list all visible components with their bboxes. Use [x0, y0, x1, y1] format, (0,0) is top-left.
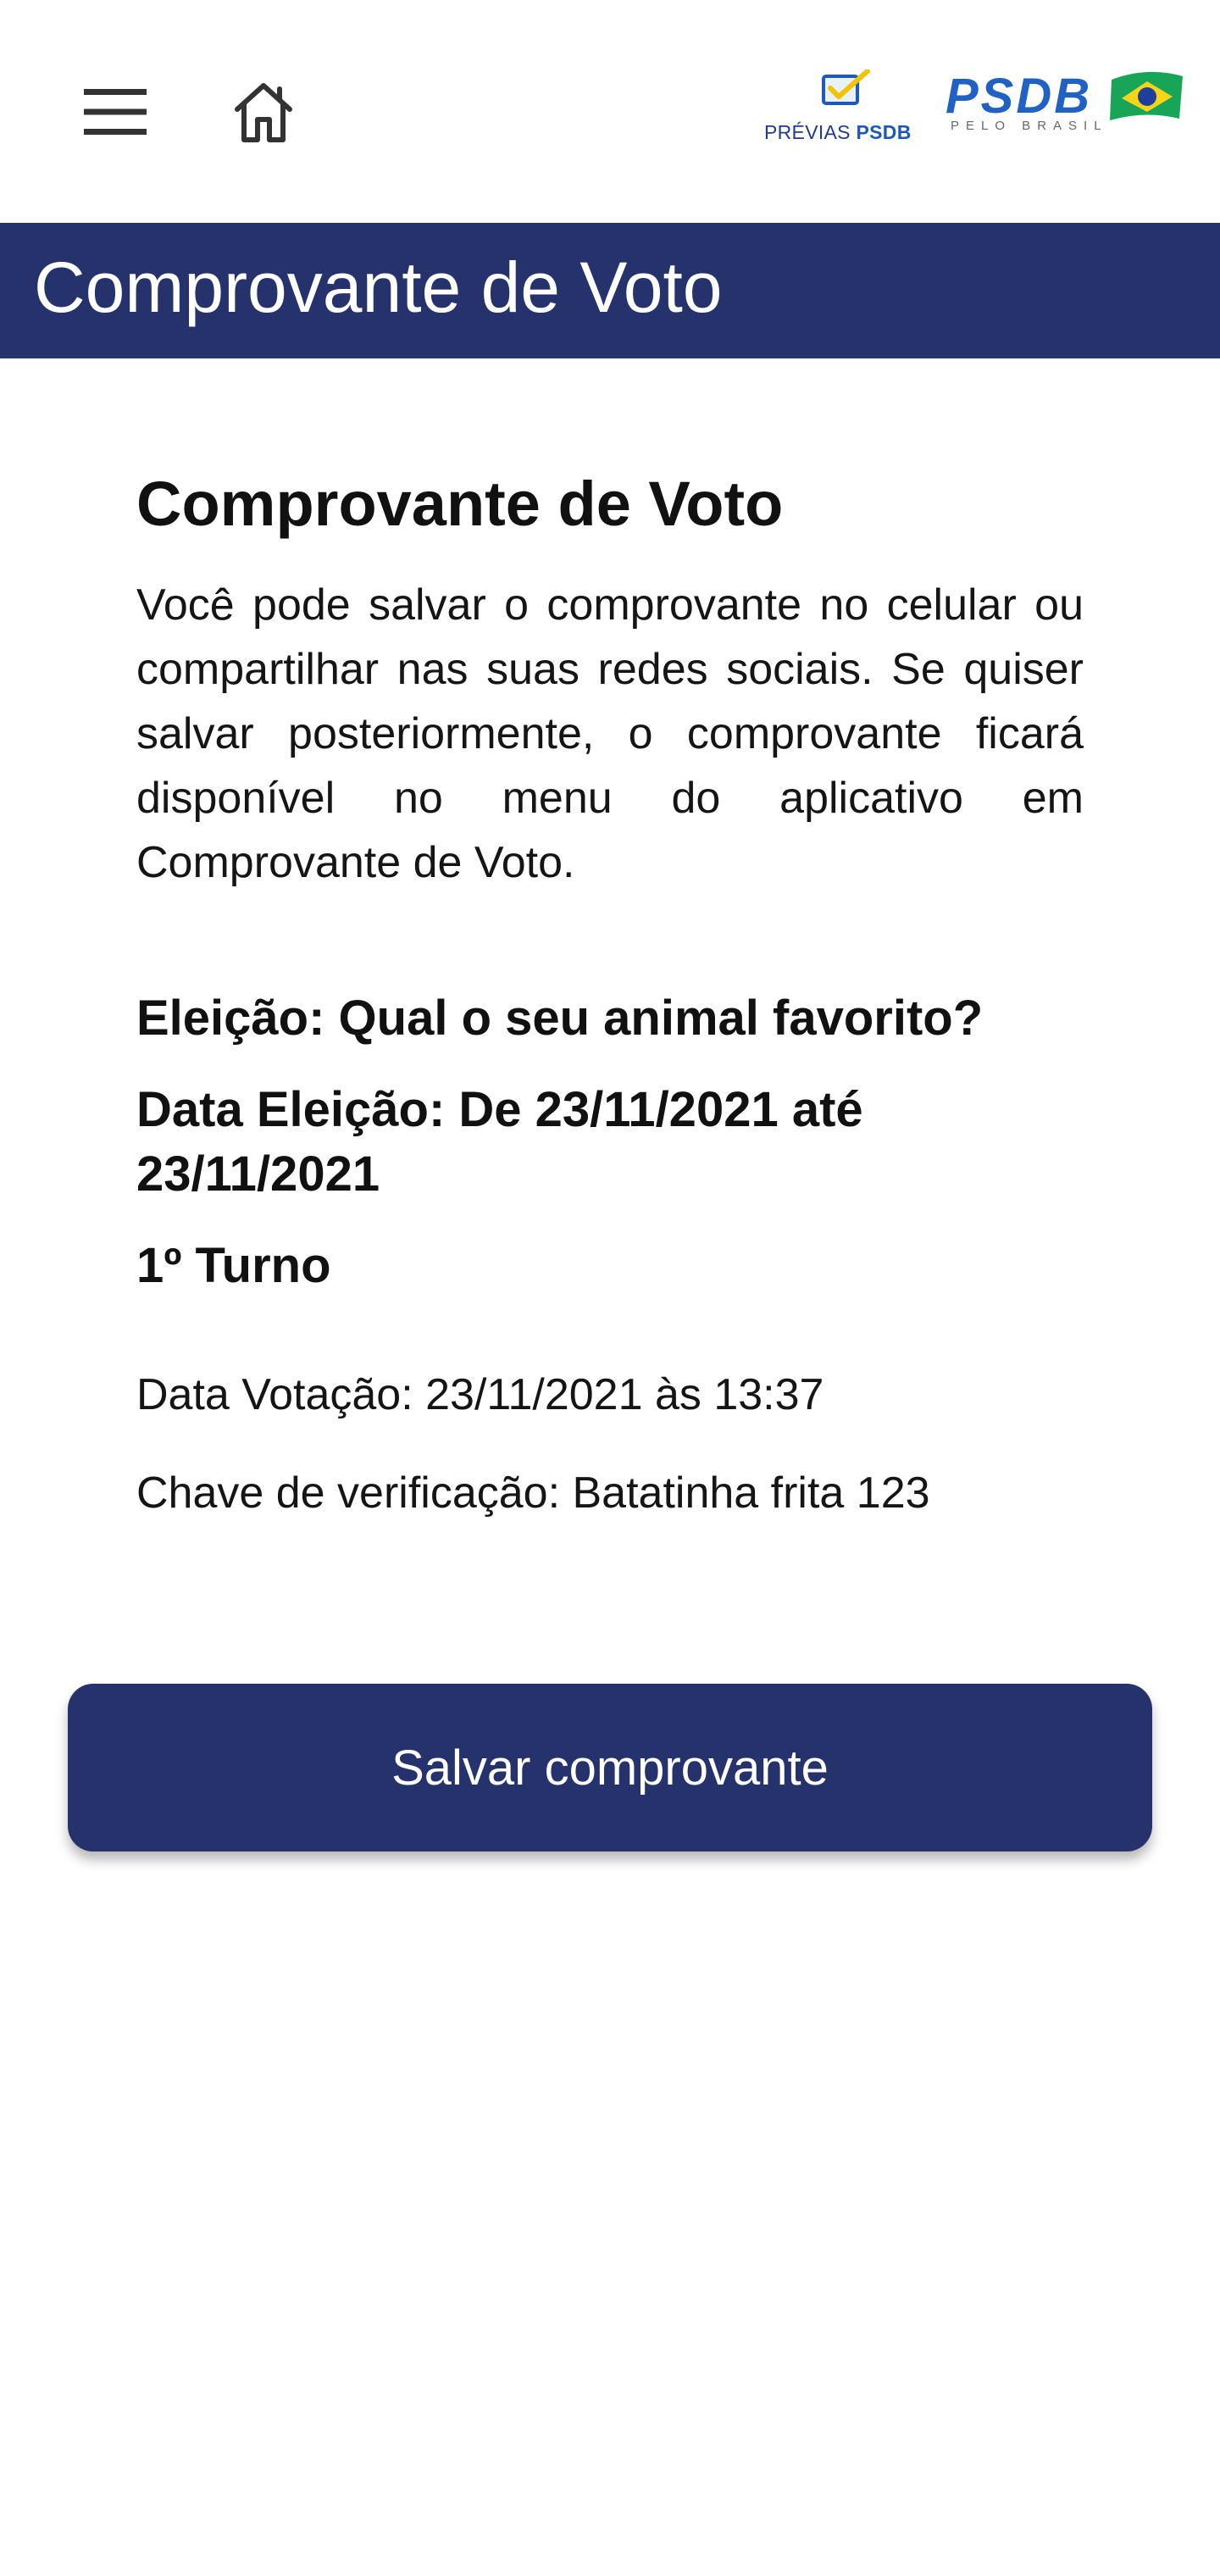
receipt-heading: Comprovante de Voto — [136, 469, 784, 539]
election-round: 1º Turno — [136, 1238, 331, 1293]
save-receipt-button[interactable]: Salvar comprovante — [68, 1684, 1152, 1852]
previas-logo-text: PRÉVIAS PSDB — [764, 121, 912, 144]
home-icon — [235, 83, 292, 142]
vote-date: Data Votação: 23/11/2021 às 13:37 — [136, 1370, 824, 1419]
receipt-content: Comprovante de Voto Você pode salvar o c… — [136, 458, 1084, 1561]
top-app-bar: PRÉVIAS PSDB PSDB PELO BRASIL — [0, 0, 1220, 223]
previas-logo-brand: PSDB — [856, 121, 912, 143]
save-receipt-button-label: Salvar comprovante — [391, 1740, 829, 1796]
hamburger-menu-icon — [84, 89, 147, 135]
home-button[interactable] — [217, 68, 310, 156]
page-title: Comprovante de Voto — [34, 247, 723, 327]
page-title-bar: Comprovante de Voto — [0, 223, 1220, 358]
election-info: Eleição: Qual o seu animal favorito? Dat… — [136, 986, 1084, 1298]
election-name: Eleição: Qual o seu animal favorito? — [136, 991, 984, 1046]
vote-details: Data Votação: 23/11/2021 às 13:37 Chave … — [136, 1364, 1084, 1524]
brazil-flag-icon — [1110, 71, 1183, 120]
psdb-pelo-brasil-logo: PSDB PELO BRASIL — [946, 61, 1186, 146]
ballot-check-icon — [822, 69, 870, 105]
verification-key: Chave de verificação: Batatinha frita 12… — [136, 1468, 930, 1518]
header-logos: PRÉVIAS PSDB PSDB PELO BRASIL — [764, 61, 1186, 146]
psdb-logo-tagline: PELO BRASIL — [951, 119, 1108, 133]
psdb-logo-wordmark: PSDB — [946, 69, 1093, 124]
previas-logo-prefix: PRÉVIAS — [764, 121, 851, 143]
election-date: Data Eleição: De 23/11/2021 até 23/11/20… — [136, 1082, 863, 1202]
menu-button[interactable] — [71, 76, 159, 147]
previas-psdb-logo: PRÉVIAS PSDB — [764, 69, 922, 146]
receipt-description: Você pode salvar o comprovante no celula… — [136, 580, 1084, 887]
vote-receipt-screen: PRÉVIAS PSDB PSDB PELO BRASIL Comprovant… — [0, 0, 1220, 2576]
